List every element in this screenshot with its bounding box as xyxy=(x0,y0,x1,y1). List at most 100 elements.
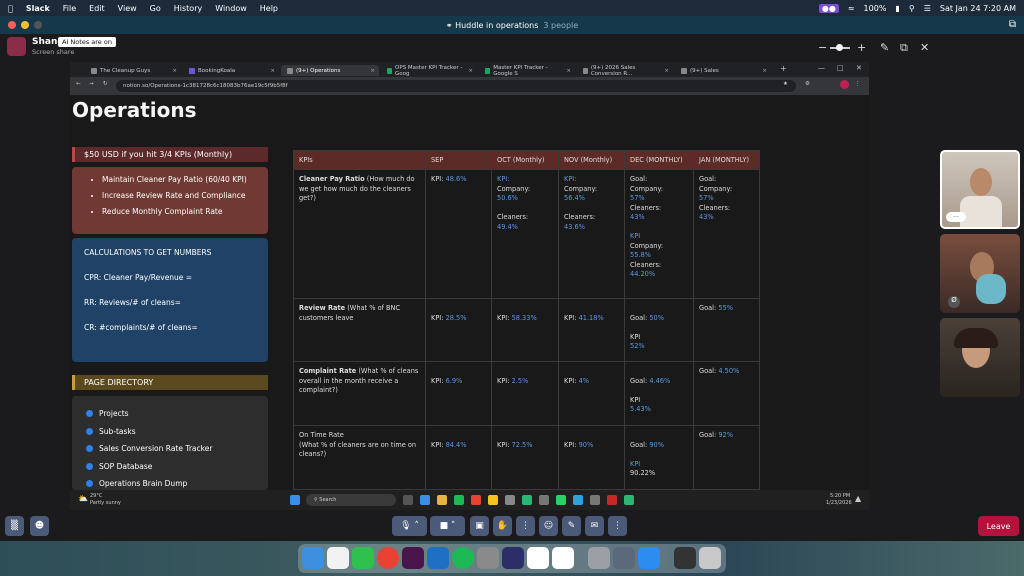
edge-icon[interactable] xyxy=(420,495,430,505)
app-icon[interactable] xyxy=(539,495,549,505)
close-tab-icon[interactable]: × xyxy=(468,68,473,74)
spotify-icon[interactable] xyxy=(454,495,464,505)
word-icon[interactable] xyxy=(502,547,524,569)
column-header[interactable]: JAN (MONTHLY) xyxy=(693,150,760,170)
kpi-name-cell[interactable]: Review Rate (What % of BNC customers lea… xyxy=(293,298,426,362)
settings-icon[interactable] xyxy=(477,547,499,569)
reactions-icon[interactable]: ☺ xyxy=(539,516,558,536)
table-cell[interactable]: KPI: 41.18% xyxy=(558,298,625,362)
table-cell[interactable]: Goal: Company: 57% Cleaners: 43% KPI Company: 5… xyxy=(624,169,694,299)
table-cell[interactable]: KPI: 90% xyxy=(558,425,625,490)
tab-ops-master-kpi[interactable]: OPS Master KPI Tracker - Goog × xyxy=(381,65,477,77)
app-icon[interactable] xyxy=(590,495,600,505)
battery-icon[interactable]: ▮ xyxy=(895,4,899,13)
search-icon[interactable]: ⚲ xyxy=(909,4,915,13)
huddle-people-count[interactable]: 3 people xyxy=(543,21,578,30)
directory-link-sop-database[interactable]: SOP Database xyxy=(86,458,268,476)
extensions-icon[interactable]: ⚙ xyxy=(805,81,810,87)
trash-icon[interactable] xyxy=(699,547,721,569)
close-icon[interactable]: ✕ xyxy=(920,41,929,54)
app-icon[interactable] xyxy=(624,495,634,505)
menu-clock[interactable]: Sat Jan 24 7:20 AM xyxy=(940,4,1016,13)
tab-sales[interactable]: (9+) Sales × xyxy=(675,65,771,76)
draw-icon[interactable]: ✎ xyxy=(880,41,889,54)
close-tab-icon[interactable]: × xyxy=(566,68,571,74)
sheets-icon[interactable] xyxy=(522,495,532,505)
participants-icon[interactable]: ☻ xyxy=(30,516,49,536)
reload-icon[interactable]: ↻ xyxy=(103,81,108,87)
notion-icon[interactable] xyxy=(527,547,549,569)
column-header[interactable]: SEP xyxy=(425,150,492,170)
finder-icon[interactable] xyxy=(302,547,324,569)
menu-help[interactable]: Help xyxy=(260,4,278,13)
menu-view[interactable]: View xyxy=(118,4,137,13)
minimize-window-button[interactable] xyxy=(21,21,29,29)
bookmark-star-icon[interactable]: ★ xyxy=(783,81,788,87)
directory-link-sales-tracker[interactable]: Sales Conversion Rate Tracker xyxy=(86,440,268,458)
forward-icon[interactable]: → xyxy=(89,81,94,87)
file-explorer-icon[interactable] xyxy=(437,495,447,505)
browser-menu-icon[interactable]: ⋮ xyxy=(855,81,861,87)
downloads-icon[interactable] xyxy=(674,547,696,569)
participant-video-3[interactable] xyxy=(940,318,1020,397)
tab-bookingkoala[interactable]: BookingKoala × xyxy=(183,65,279,76)
table-cell[interactable]: KPI: 2.5% xyxy=(491,361,559,426)
control-center-icon[interactable]: ☰ xyxy=(924,4,931,13)
leave-button[interactable]: Leave xyxy=(978,516,1019,536)
table-cell[interactable]: Goal: 4.50% xyxy=(693,361,760,426)
tab-master-kpi[interactable]: Master KPI Tracker - Google S × xyxy=(479,65,575,77)
maximize-browser-icon[interactable]: □ xyxy=(837,64,844,72)
more-icon[interactable]: … xyxy=(946,212,966,222)
minimize-browser-icon[interactable]: — xyxy=(818,64,825,72)
chat-icon[interactable]: ✉ xyxy=(585,516,604,536)
task-view-icon[interactable] xyxy=(403,495,413,505)
table-cell[interactable]: KPI: 72.5% xyxy=(491,425,559,490)
menu-history[interactable]: History xyxy=(174,4,202,13)
outlook-icon[interactable] xyxy=(427,547,449,569)
zoom-window-button[interactable] xyxy=(34,21,42,29)
calculator-icon[interactable] xyxy=(588,547,610,569)
app-icon[interactable] xyxy=(505,495,515,505)
new-tab-icon[interactable]: + xyxy=(780,64,787,73)
column-header[interactable]: KPIs xyxy=(293,150,426,170)
settings-icon[interactable]: ⋮ xyxy=(608,516,627,536)
telegram-icon[interactable] xyxy=(573,495,583,505)
avatar[interactable] xyxy=(7,37,26,56)
slack-icon[interactable] xyxy=(402,547,424,569)
notes-icon[interactable] xyxy=(488,495,498,505)
kpi-name-cell[interactable]: On Time Rate (What % of cleaners are on t… xyxy=(293,425,426,490)
menu-edit[interactable]: Edit xyxy=(89,4,105,13)
participant-video-1[interactable]: … xyxy=(940,150,1020,229)
notification-icon[interactable]: ▲ xyxy=(855,494,861,503)
close-window-button[interactable] xyxy=(8,21,16,29)
close-tab-icon[interactable]: × xyxy=(664,68,669,74)
app-store-icon[interactable] xyxy=(638,547,660,569)
profile-avatar[interactable] xyxy=(840,80,849,89)
zoom-slider-handle[interactable] xyxy=(836,44,843,51)
table-cell[interactable]: KPI: 84.4% xyxy=(425,425,492,490)
camera-button[interactable]: ■ ˄ xyxy=(430,516,465,536)
table-cell[interactable]: KPI: 6.9% xyxy=(425,361,492,426)
draw-icon[interactable]: ✎ xyxy=(562,516,581,536)
table-cell[interactable]: Goal: 92% xyxy=(693,425,760,490)
whatsapp-icon[interactable] xyxy=(556,495,566,505)
apple-icon[interactable]:  xyxy=(8,4,13,13)
more-options-icon[interactable]: ⋮ xyxy=(516,516,535,536)
messages-icon[interactable] xyxy=(352,547,374,569)
back-icon[interactable]: ← xyxy=(76,81,81,87)
wifi-icon[interactable]: ≈ xyxy=(848,4,855,13)
tab-sales-conversion[interactable]: (9+) 2026 Sales Conversion R... × xyxy=(577,65,673,77)
chrome-icon[interactable] xyxy=(471,495,481,505)
weather-icon[interactable]: ⛅ xyxy=(78,494,88,503)
battery-percent[interactable]: 100% xyxy=(864,4,887,13)
kpi-name-cell[interactable]: Cleaner Pay Ratio (How much do we get ho… xyxy=(293,169,426,299)
table-cell[interactable]: Goal: 4.46% KPI 5.43% xyxy=(624,361,694,426)
participant-video-2[interactable]: Ø xyxy=(940,234,1020,313)
taskbar-search[interactable]: ⚲ Search xyxy=(306,494,396,506)
zoom-out-icon[interactable]: − xyxy=(818,41,827,54)
microphone-button[interactable]: 🎙 ˄ xyxy=(392,516,427,536)
table-cell[interactable]: KPI: Company: 56.4% Cleaners: 43.6% xyxy=(558,169,625,299)
zoom-in-icon[interactable]: + xyxy=(857,41,866,54)
menu-go[interactable]: Go xyxy=(150,4,161,13)
close-tab-icon[interactable]: × xyxy=(370,68,375,74)
